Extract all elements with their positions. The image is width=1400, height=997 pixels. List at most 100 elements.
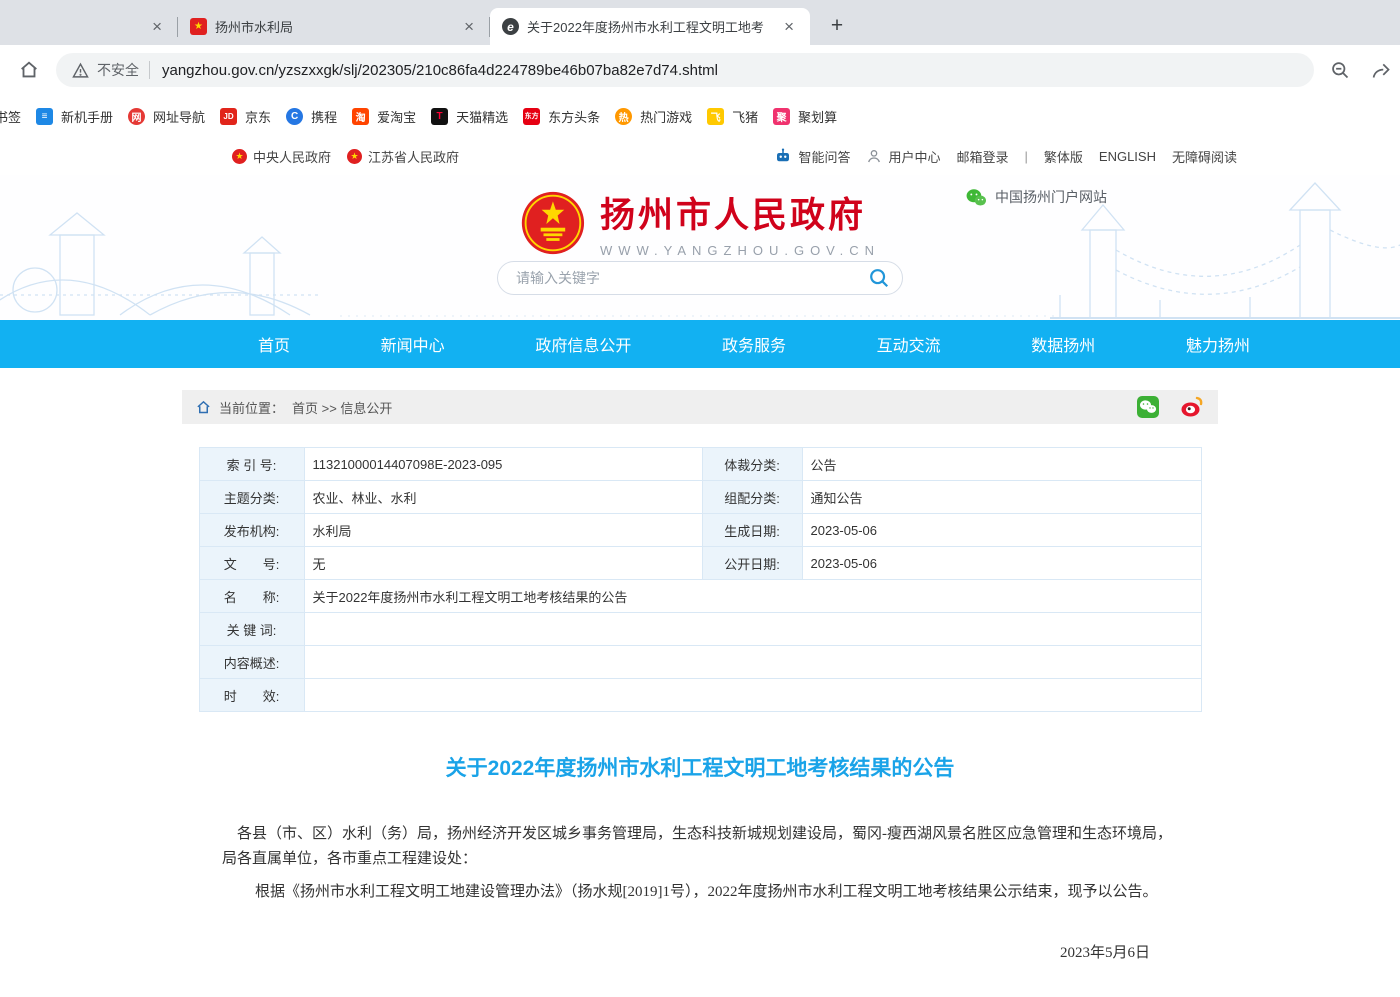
search-button[interactable] xyxy=(862,263,896,293)
bookmark-label: 网址导航 xyxy=(153,107,205,126)
table-row: 时 效: xyxy=(199,679,1201,712)
field-value: 水利局 xyxy=(304,514,702,547)
site-url-text: WWW.YANGZHOU.GOV.CN xyxy=(600,243,880,258)
bookmark-label: 天猫精选 xyxy=(456,107,508,126)
tab-active-announcement[interactable]: e 关于2022年度扬州市水利工程文明工地考 × xyxy=(490,8,810,45)
gov-utility-bar: ★ 中央人民政府 ★ 江苏省人民政府 智能问答 用户中心 邮箱登录 | 繁体版 … xyxy=(0,137,1400,175)
ctrip-icon: C xyxy=(286,108,303,125)
nav-charming-yangzhou[interactable]: 魅力扬州 xyxy=(1186,332,1250,356)
portal-badge[interactable]: 中国扬州门户网站 xyxy=(966,187,1107,207)
search-input[interactable] xyxy=(516,270,862,286)
metadata-table: 索 引 号: 11321000014407098E-2023-095 体裁分类:… xyxy=(199,447,1202,712)
weibo-share-icon[interactable] xyxy=(1180,395,1204,419)
manual-icon: ≡ xyxy=(36,108,53,125)
site-logo[interactable]: 扬州市人民政府 WWW.YANGZHOU.GOV.CN xyxy=(520,187,880,258)
bookmark-tmall[interactable]: T 天猫精选 xyxy=(431,107,508,126)
breadcrumb-path[interactable]: 首页 >> 信息公开 xyxy=(292,398,392,417)
breadcrumb-label: 当前位置： xyxy=(219,398,284,417)
bookmark-phone-bookmarks[interactable]: 机书签 xyxy=(0,107,21,126)
link-label: 用户中心 xyxy=(888,147,940,166)
zoom-out-icon[interactable] xyxy=(1330,60,1351,81)
site-search xyxy=(497,261,903,295)
url-nav-icon: 网 xyxy=(128,108,145,125)
search-icon xyxy=(868,267,890,289)
warning-icon xyxy=(72,62,89,79)
jd-icon: JD xyxy=(220,108,237,125)
breadcrumb: 当前位置： 首页 >> 信息公开 xyxy=(182,390,1218,424)
tab-title: 扬州市水利局 xyxy=(215,17,452,36)
article-date: 2023年5月6日 xyxy=(222,941,1178,962)
link-central-gov[interactable]: ★ 中央人民政府 xyxy=(232,147,331,166)
field-label: 体裁分类: xyxy=(702,448,802,481)
bookmark-url-nav[interactable]: 网网址导航 xyxy=(128,107,205,126)
bookmark-label: 京东 xyxy=(245,107,271,126)
page-content: 当前位置： 首页 >> 信息公开 索 引 号: 1132100001440709… xyxy=(182,390,1218,997)
article-paragraph: 根据《扬州市水利工程文明工地建设管理办法》（扬水规[2019]1号），2022年… xyxy=(222,880,1178,905)
tab-close-icon[interactable]: × xyxy=(148,16,166,37)
table-row: 索 引 号: 11321000014407098E-2023-095 体裁分类:… xyxy=(199,448,1201,481)
field-value xyxy=(304,646,1201,679)
bookmark-label: 机书签 xyxy=(0,107,21,126)
gov-emblem-icon: ★ xyxy=(232,149,247,164)
link-label: 智能问答 xyxy=(798,147,850,166)
field-label: 关 键 词: xyxy=(199,613,304,646)
table-row: 文 号: 无 公开日期: 2023-05-06 xyxy=(199,547,1201,580)
link-label: 繁体版 xyxy=(1044,147,1083,166)
smart-qa-link[interactable]: 智能问答 xyxy=(774,147,850,166)
tab-close-icon[interactable]: × xyxy=(460,16,478,37)
juhuasuan-icon: 聚 xyxy=(773,108,790,125)
field-value: 2023-05-06 xyxy=(802,547,1201,580)
new-tab-button[interactable]: + xyxy=(822,11,852,41)
traditional-chinese-link[interactable]: 繁体版 xyxy=(1044,147,1083,166)
link-jiangsu-gov[interactable]: ★ 江苏省人民政府 xyxy=(347,147,459,166)
field-value xyxy=(304,613,1201,646)
tab-first-partial[interactable]: × xyxy=(0,8,178,45)
bookmark-jd[interactable]: JD 京东 xyxy=(220,107,271,126)
field-value: 2023-05-06 xyxy=(802,514,1201,547)
share-icon[interactable] xyxy=(1371,60,1392,81)
national-emblem-icon xyxy=(520,190,586,256)
field-label: 时 效: xyxy=(199,679,304,712)
field-label: 组配分类: xyxy=(702,481,802,514)
fliggy-icon: 飞 xyxy=(707,108,724,125)
bookmark-manual[interactable]: ≡新机手册 xyxy=(36,107,113,126)
english-link[interactable]: ENGLISH xyxy=(1099,149,1156,164)
bookmark-taobao[interactable]: 淘爱淘宝 xyxy=(352,107,416,126)
nav-interaction[interactable]: 互动交流 xyxy=(877,332,941,356)
bookmarks-bar: 机书签 ≡新机手册 网网址导航 JD 京东 C 携程 淘爱淘宝 T 天猫精选 东方东方… xyxy=(0,95,1400,137)
wechat-share-icon[interactable] xyxy=(1136,395,1160,419)
field-label: 公开日期: xyxy=(702,547,802,580)
url-field[interactable]: 不安全 yangzhou.gov.cn/yzszxxgk/slj/202305/… xyxy=(56,53,1314,87)
bookmark-ctrip[interactable]: C 携程 xyxy=(286,107,337,126)
tab-water-bureau[interactable]: ★ 扬州市水利局 × xyxy=(178,8,490,45)
nav-home[interactable]: 首页 xyxy=(258,332,290,356)
bookmark-label: 携程 xyxy=(311,107,337,126)
bookmark-label: 爱淘宝 xyxy=(377,107,416,126)
address-bar: 不安全 yangzhou.gov.cn/yzszxxgk/slj/202305/… xyxy=(0,45,1400,95)
site-header: 扬州市人民政府 WWW.YANGZHOU.GOV.CN 中国扬州门户网站 xyxy=(0,175,1400,320)
link-label: 无障碍阅读 xyxy=(1172,147,1237,166)
field-label: 发布机构: xyxy=(199,514,304,547)
nav-gov-info[interactable]: 政府信息公开 xyxy=(535,332,631,356)
nav-data-yangzhou[interactable]: 数据扬州 xyxy=(1031,332,1095,356)
bookmark-east-news[interactable]: 东方东方头条 xyxy=(523,107,600,126)
nav-gov-services[interactable]: 政务服务 xyxy=(722,332,786,356)
east-news-icon: 东方 xyxy=(523,108,540,125)
home-icon[interactable] xyxy=(18,59,40,81)
tmall-icon: T xyxy=(431,108,448,125)
tab-close-icon[interactable]: × xyxy=(780,16,798,37)
field-label: 内容概述: xyxy=(199,646,304,679)
bookmark-hot-games[interactable]: 热热门游戏 xyxy=(615,107,692,126)
accessibility-link[interactable]: 无障碍阅读 xyxy=(1172,147,1237,166)
table-row: 内容概述: xyxy=(199,646,1201,679)
user-center-link[interactable]: 用户中心 xyxy=(866,147,940,166)
mail-login-link[interactable]: 邮箱登录 xyxy=(956,147,1008,166)
field-value: 通知公告 xyxy=(802,481,1201,514)
gov-emblem-favicon-icon: ★ xyxy=(190,18,207,35)
bookmark-fliggy[interactable]: 飞飞猪 xyxy=(707,107,758,126)
bookmark-label: 聚划算 xyxy=(798,107,837,126)
link-label: 邮箱登录 xyxy=(956,147,1008,166)
bookmark-juhuasuan[interactable]: 聚聚划算 xyxy=(773,107,837,126)
nav-news-center[interactable]: 新闻中心 xyxy=(381,332,445,356)
field-value xyxy=(304,679,1201,712)
